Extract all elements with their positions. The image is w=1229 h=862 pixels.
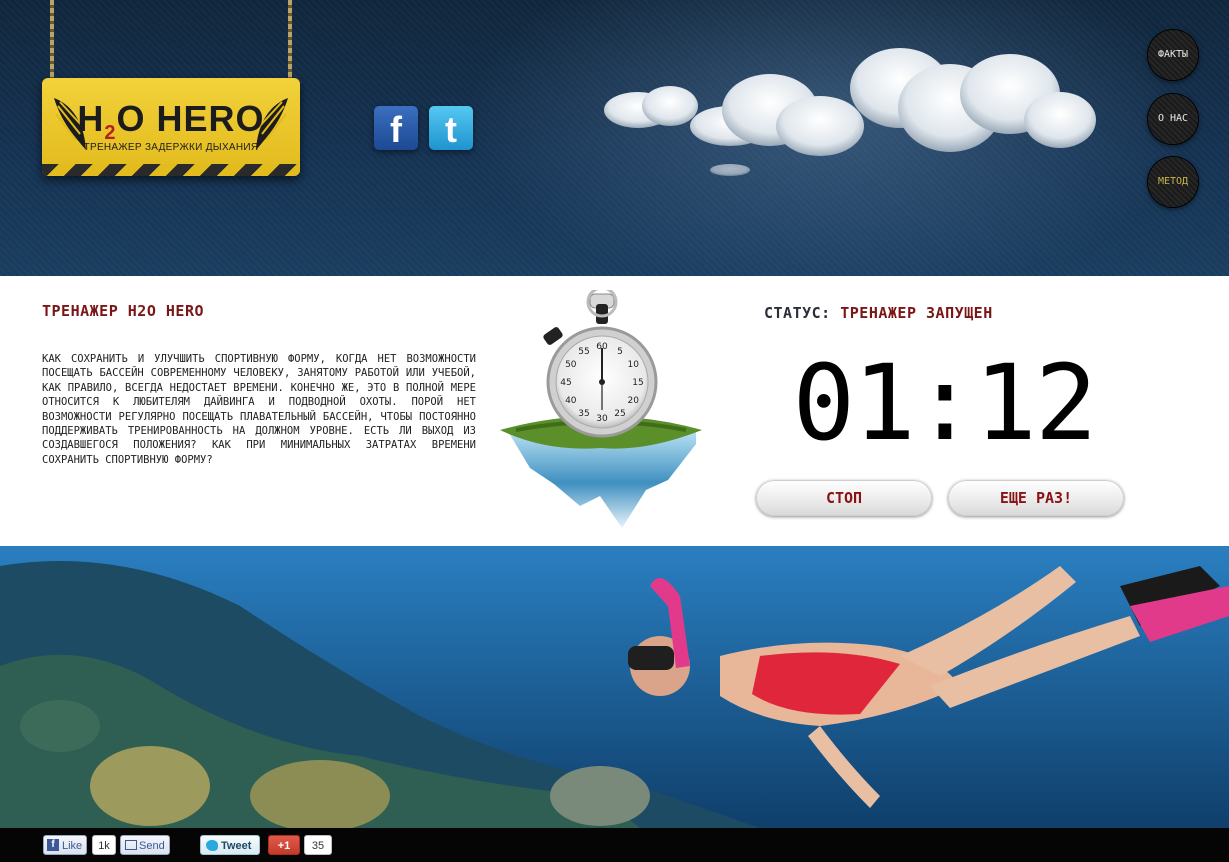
dial-number: 25	[614, 409, 625, 419]
nav-method[interactable]: МЕТОД	[1148, 157, 1198, 207]
site-header: H2O HERO ТРЕНАЖЕР ЗАДЕРЖКИ ДЫХАНИЯ f t Ф…	[0, 0, 1229, 276]
dial-number: 30	[596, 414, 608, 424]
sign-chain-right	[288, 0, 292, 80]
dial-number: 5	[617, 347, 623, 357]
restart-button[interactable]: ЕЩЕ РАЗ!	[948, 480, 1124, 516]
dial-number: 45	[560, 378, 571, 388]
nav-about[interactable]: О НАС	[1148, 94, 1198, 144]
share-bar: f Like 1k Send Tweet +1 35	[0, 828, 1229, 862]
dial-number: 40	[565, 396, 577, 406]
facebook-icon: f	[390, 109, 402, 150]
logo-subscript: 2	[104, 122, 117, 144]
facebook-like-button[interactable]: f Like	[43, 835, 87, 855]
dial-number: 10	[627, 360, 639, 370]
status-label: СТАТУС:	[764, 304, 831, 322]
dial-number: 50	[565, 360, 577, 370]
underwater-illustration	[0, 546, 1229, 828]
twitter-bird-icon	[206, 840, 218, 851]
description-text: КАК СОХРАНИТЬ И УЛУЧШИТЬ СПОРТИВНУЮ ФОРМ…	[42, 353, 476, 466]
status-value: ТРЕНАЖЕР ЗАПУЩЕН	[840, 304, 993, 322]
sign-chain-left	[50, 0, 54, 80]
facebook-button[interactable]: f	[374, 106, 418, 150]
google-plus-one-button[interactable]: +1	[268, 835, 300, 855]
page-title: ТРЕНАЖЕР H2O HERO	[42, 302, 205, 320]
logo-title: H2O HERO	[77, 98, 265, 144]
facebook-send-button[interactable]: Send	[120, 835, 170, 855]
facebook-small-icon: f	[47, 839, 59, 851]
tweet-label: Tweet	[221, 840, 252, 852]
dial-number: 35	[578, 409, 589, 419]
logo-tagline: ТРЕНАЖЕР ЗАДЕРЖКИ ДЫХАНИЯ	[83, 142, 259, 153]
dial-number: 15	[632, 378, 643, 388]
envelope-icon	[125, 840, 137, 850]
facebook-send-label: Send	[139, 840, 165, 852]
google-plus-count: 35	[304, 835, 332, 855]
dial-number: 20	[627, 396, 639, 406]
stopwatch-illustration: 60 510152025303540455055	[500, 290, 702, 528]
twitter-button[interactable]: t	[429, 106, 473, 150]
timer-display: 01:12	[792, 342, 1097, 464]
clouds-illustration	[604, 48, 1096, 176]
facebook-like-count: 1k	[92, 835, 116, 855]
site-logo[interactable]: H2O HERO ТРЕНАЖЕР ЗАДЕРЖКИ ДЫХАНИЯ	[42, 78, 300, 176]
hazard-stripes	[42, 164, 300, 176]
stop-button[interactable]: СТОП	[756, 480, 932, 516]
nav-facts[interactable]: ФАКТЫ	[1148, 30, 1198, 80]
status-line: СТАТУС: ТРЕНАЖЕР ЗАПУЩЕН	[764, 304, 993, 322]
facebook-like-label: Like	[62, 840, 83, 852]
twitter-icon: t	[445, 109, 457, 150]
underwater-photo	[0, 546, 1229, 828]
tweet-button[interactable]: Tweet	[200, 835, 260, 855]
dial-number: 55	[578, 347, 589, 357]
